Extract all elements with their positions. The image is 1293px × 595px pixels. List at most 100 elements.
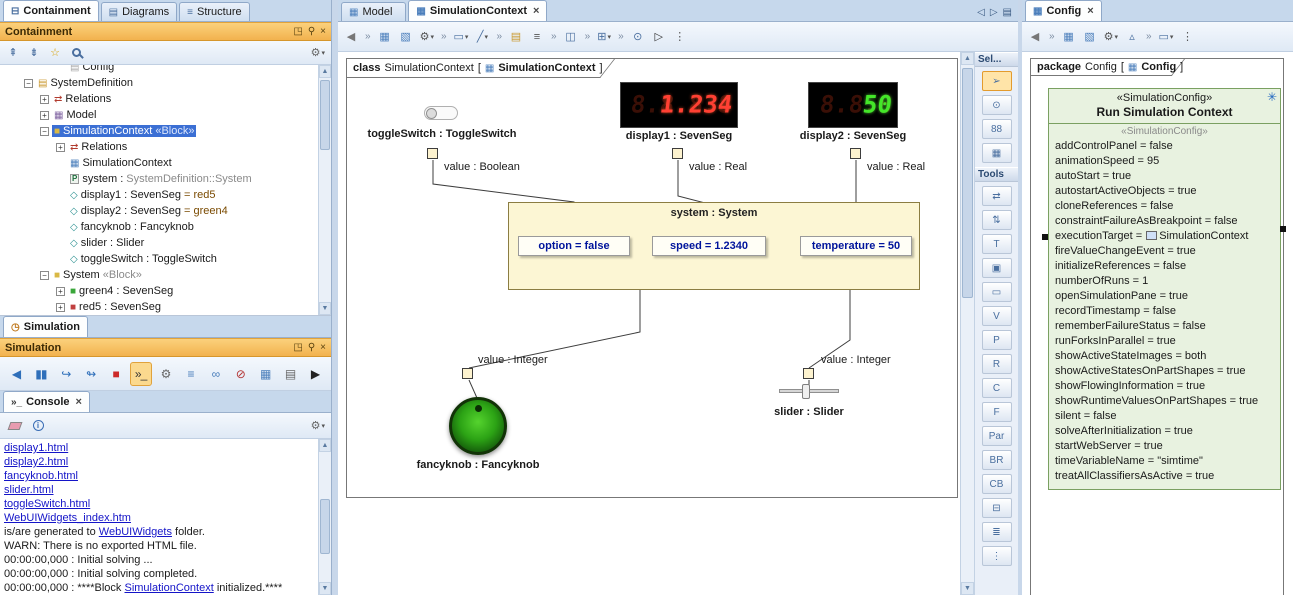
toolbar-overflow-chevron[interactable]: » <box>363 28 373 46</box>
tree-item-display2[interactable]: ◇ display2 : SevenSeg = green4 <box>0 203 319 219</box>
scroll-down-icon[interactable]: ▼ <box>961 582 974 595</box>
sim-table-button[interactable]: ▦ <box>254 362 276 386</box>
tree-item-model[interactable]: + ▦ Model <box>0 107 319 123</box>
tree-item-slider[interactable]: ◇ slider : Slider <box>0 235 319 251</box>
port-display2-value[interactable] <box>850 148 861 159</box>
console-link[interactable]: display2.html <box>4 456 68 468</box>
console-link[interactable]: display1.html <box>4 442 68 454</box>
previous-tab-icon[interactable]: ◁ <box>977 7 985 18</box>
tab-model-diagram[interactable]: ▦ Model <box>341 2 406 21</box>
layout-button[interactable]: ⊞▾ <box>595 28 613 46</box>
tree-expander-icon[interactable]: − <box>40 271 49 280</box>
tab-close-icon[interactable]: × <box>1087 5 1093 17</box>
float-window-icon[interactable]: ◳ <box>293 26 302 37</box>
close-icon[interactable]: × <box>320 26 326 37</box>
favorites-button[interactable]: ☆ <box>46 44 64 62</box>
tree-item-toggleswitch[interactable]: ◇ toggleSwitch : ToggleSwitch <box>0 251 319 267</box>
display1-sevenseg-widget[interactable]: 8.8.8.8 1.234 <box>620 82 738 128</box>
tree-scroll-thumb[interactable] <box>320 80 330 150</box>
tree-item-systemdefinition[interactable]: − ▤ SystemDefinition <box>0 75 319 91</box>
tab-simulation[interactable]: ◷ Simulation <box>3 316 88 337</box>
float-window-icon[interactable]: ◳ <box>293 342 302 353</box>
toolbar-overflow-chevron[interactable]: » <box>616 28 626 46</box>
config-property[interactable]: recordTimestamp = false <box>1055 304 1280 319</box>
sim-hierarchy-button[interactable]: ≡ <box>180 362 202 386</box>
simulation-config-box[interactable]: ✳ «SimulationConfig» Run Simulation Cont… <box>1048 88 1281 490</box>
toolbar-overflow-chevron[interactable]: » <box>1047 28 1057 46</box>
config-property[interactable]: fireValueChangeEvent = true <box>1055 244 1280 259</box>
widgets-grid-tool[interactable]: ▦ <box>982 143 1012 163</box>
tab-close-icon[interactable]: × <box>533 5 539 17</box>
tree-expander-icon[interactable]: − <box>40 127 49 136</box>
slider-thumb[interactable] <box>802 384 810 399</box>
sim-step-into-button[interactable]: ↪ <box>55 362 77 386</box>
tree-expander-icon[interactable]: + <box>56 303 65 312</box>
sim-pause-button[interactable]: ▮▮ <box>30 362 52 386</box>
diagram-aspect-button[interactable]: ▧ <box>397 28 415 46</box>
close-icon[interactable]: × <box>320 342 326 353</box>
scroll-down-icon[interactable]: ▼ <box>319 302 331 315</box>
config-property[interactable]: initializeReferences = false <box>1055 259 1280 274</box>
display2-sevenseg-widget[interactable]: 8.8.8 50 <box>808 82 898 128</box>
tree-item-simulationcontext-block[interactable]: − ■ SimulationContext «Block» <box>0 123 319 139</box>
nav-back-button[interactable]: ◀ <box>1026 28 1044 46</box>
port-slider-value[interactable] <box>803 368 814 379</box>
value-property-tool[interactable]: V <box>982 306 1012 326</box>
config-property[interactable]: treatAllClassifiersAsActive = true <box>1055 469 1280 484</box>
reference-property-tool[interactable]: R <box>982 354 1012 374</box>
clear-console-button[interactable] <box>4 417 26 435</box>
tree-item-relations[interactable]: + ⇄ Relations <box>0 91 319 107</box>
port-display1-value[interactable] <box>672 148 683 159</box>
config-property[interactable]: solveAfterInitialization = true <box>1055 424 1280 439</box>
tree-expander-icon[interactable]: + <box>56 287 65 296</box>
zoom-button[interactable]: ⊙ <box>629 28 647 46</box>
config-property[interactable]: startWebServer = true <box>1055 439 1280 454</box>
tree-item-simulationcontext-diagram[interactable]: ▦ SimulationContext <box>0 155 319 171</box>
tab-structure[interactable]: ≡ Structure <box>179 2 249 21</box>
sim-breakpoints-button[interactable]: ⊘ <box>229 362 251 386</box>
console-link[interactable]: fancyknob.html <box>4 470 78 482</box>
containment-settings-button[interactable]: ⚙▾ <box>309 44 327 62</box>
tab-console[interactable]: »_ Console × <box>3 391 90 412</box>
config-property[interactable]: autoStart = true <box>1055 169 1280 184</box>
console-scroll-thumb[interactable] <box>320 499 330 554</box>
console-link[interactable]: toggleSwitch.html <box>4 498 90 510</box>
containment-tree-button[interactable]: ▦ <box>1060 28 1078 46</box>
toolbar-overflow-chevron[interactable]: » <box>549 28 559 46</box>
tree-item-relations-2[interactable]: + ⇄ Relations <box>0 139 319 155</box>
console-scrollbar[interactable]: ▲ ▼ <box>318 439 331 595</box>
diagram-options-button[interactable]: ⚙▾ <box>418 28 436 46</box>
compartment-tool[interactable]: ≣ <box>982 522 1012 542</box>
scroll-down-icon[interactable]: ▼ <box>319 582 331 595</box>
sim-stop-button[interactable]: ■ <box>105 362 127 386</box>
sim-run-button[interactable]: ▶ <box>304 362 326 386</box>
scroll-up-icon[interactable]: ▲ <box>319 65 331 78</box>
console-link[interactable]: SimulationContext <box>124 582 213 594</box>
palette-overflow[interactable]: ⋮ <box>982 546 1012 566</box>
tree-scrollbar[interactable]: ▲ ▼ <box>318 65 331 315</box>
tree-expander-icon[interactable]: − <box>24 79 33 88</box>
slider-widget[interactable] <box>779 389 839 393</box>
config-property[interactable]: openSimulationPane = true <box>1055 289 1280 304</box>
tree-expander-icon[interactable]: + <box>40 111 49 120</box>
toolbar-overflow-chevron[interactable]: » <box>439 28 449 46</box>
frame-tool[interactable]: ▣ <box>982 258 1012 278</box>
shape-tool[interactable]: ▭ <box>982 282 1012 302</box>
tree-item-config[interactable]: ▤ Config <box>0 65 319 75</box>
config-property[interactable]: silent = false <box>1055 409 1280 424</box>
fancyknob-widget[interactable] <box>449 397 507 455</box>
config-property[interactable]: cloneReferences = false <box>1055 199 1280 214</box>
tab-config-diagram[interactable]: ▦ Config × <box>1025 0 1102 21</box>
search-button[interactable] <box>67 44 86 62</box>
config-property[interactable]: timeVariableName = "simtime" <box>1055 454 1280 469</box>
shape-style-button[interactable]: ▭▾ <box>1157 28 1176 46</box>
run-diagram-button[interactable]: ▷ <box>650 28 668 46</box>
flow-property-tool[interactable]: F <box>982 402 1012 422</box>
sim-step-back-button[interactable]: ◀ <box>5 362 27 386</box>
pin-icon[interactable]: ⚲ <box>308 342 315 353</box>
config-property[interactable]: showActiveStatesOnPartShapes = true <box>1055 364 1280 379</box>
collapse-all-button[interactable]: ⇟ <box>25 44 43 62</box>
sevenseg-widget-tool[interactable]: 88 <box>982 119 1012 139</box>
scroll-up-icon[interactable]: ▲ <box>319 439 331 452</box>
expand-all-button[interactable]: ⇞ <box>4 44 22 62</box>
